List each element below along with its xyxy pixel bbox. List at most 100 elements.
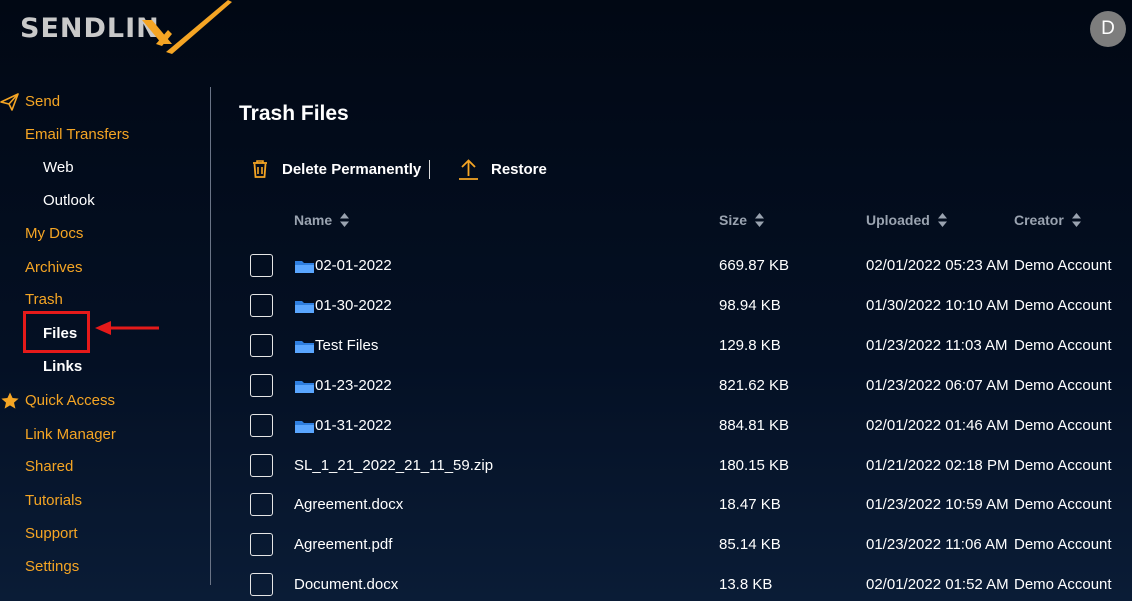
paper-plane-icon (0, 93, 19, 111)
table-row[interactable]: Document.docx 13.8 KB 02/01/2022 01:52 A… (0, 573, 1132, 601)
row-checkbox[interactable] (250, 374, 273, 397)
file-name: Agreement.pdf (294, 536, 393, 553)
column-header-size[interactable]: Size (719, 212, 765, 228)
sidebar-item-send[interactable]: Send (0, 92, 61, 112)
sort-icon (1071, 213, 1081, 227)
creator-name: Demo Account (1014, 297, 1112, 314)
folder-icon (295, 341, 314, 353)
file-name: SL_1_21_2022_21_11_59.zip (294, 457, 494, 474)
sendlinx-logo[interactable]: SENDLIN (20, 0, 240, 60)
upload-date: 02/01/2022 01:46 AM (866, 417, 1009, 434)
sidebar-item-label: Email Transfers (25, 126, 130, 143)
file-name: 01-30-2022 (315, 297, 392, 314)
file-name-cell[interactable]: 01-31-2022 (294, 416, 392, 436)
file-name-cell[interactable]: Test Files (294, 336, 378, 356)
table-row[interactable]: 02-01-2022 669.87 KB 02/01/2022 05:23 AM… (0, 254, 1132, 294)
file-size: 821.62 KB (719, 377, 790, 394)
table-row[interactable]: 01-30-2022 98.94 KB 01/30/2022 10:10 AM … (0, 294, 1132, 334)
creator-name: Demo Account (1014, 496, 1112, 513)
file-name: Agreement.docx (294, 496, 404, 513)
sidebar-item-label: Web (43, 159, 74, 176)
sort-icon (340, 213, 350, 227)
file-name: Document.docx (294, 576, 399, 593)
file-size: 884.81 KB (719, 417, 790, 434)
file-name: 01-31-2022 (315, 417, 392, 434)
file-name-cell[interactable]: 02-01-2022 (294, 256, 392, 276)
sidebar-item-outlook[interactable]: Outlook (43, 191, 95, 211)
folder-icon (295, 301, 314, 313)
file-name-cell[interactable]: Document.docx (294, 575, 398, 595)
file-size: 98.94 KB (719, 297, 781, 314)
upload-date: 01/21/2022 02:18 PM (866, 457, 1010, 474)
row-checkbox[interactable] (250, 294, 273, 317)
column-header-label: Uploaded (866, 212, 930, 228)
row-checkbox[interactable] (250, 533, 273, 556)
file-name-cell[interactable]: Agreement.docx (294, 495, 403, 515)
folder-icon (295, 381, 314, 393)
file-size: 13.8 KB (719, 576, 773, 593)
row-checkbox[interactable] (250, 454, 273, 477)
file-name-cell[interactable]: 01-30-2022 (294, 296, 392, 316)
user-avatar[interactable]: D (1090, 11, 1126, 47)
table-row[interactable]: 01-23-2022 821.62 KB 01/23/2022 06:07 AM… (0, 374, 1132, 414)
row-checkbox[interactable] (250, 414, 273, 437)
file-name-cell[interactable]: 01-23-2022 (294, 376, 392, 396)
creator-name: Demo Account (1014, 257, 1112, 274)
sort-icon (755, 213, 765, 227)
folder-icon (295, 261, 314, 273)
file-size: 180.15 KB (719, 457, 790, 474)
file-size: 18.47 KB (719, 496, 781, 513)
upload-date: 01/23/2022 06:07 AM (866, 377, 1009, 394)
toolbar-separator (429, 160, 430, 179)
table-row[interactable]: Agreement.docx 18.47 KB 01/23/2022 10:59… (0, 493, 1132, 533)
sort-icon (937, 213, 947, 227)
file-name: 02-01-2022 (315, 257, 392, 274)
restore-button[interactable]: Restore (458, 156, 547, 182)
upload-date: 01/23/2022 10:59 AM (866, 496, 1009, 513)
upload-date: 02/01/2022 05:23 AM (866, 257, 1009, 274)
file-name-cell[interactable]: Agreement.pdf (294, 535, 392, 555)
row-checkbox[interactable] (250, 493, 273, 516)
table-row[interactable]: Test Files 129.8 KB 01/23/2022 11:03 AM … (0, 334, 1132, 374)
creator-name: Demo Account (1014, 417, 1112, 434)
sidebar-item-email-transfers[interactable]: Email Transfers (25, 125, 129, 145)
upload-date: 02/01/2022 01:52 AM (866, 576, 1009, 593)
column-header-label: Size (719, 212, 748, 228)
upload-date: 01/23/2022 11:03 AM (866, 337, 1008, 354)
creator-name: Demo Account (1014, 576, 1112, 593)
sidebar-item-label: Outlook (43, 192, 95, 209)
column-header-uploaded[interactable]: Uploaded (866, 212, 947, 228)
file-size: 669.87 KB (719, 257, 790, 274)
upload-arrow-icon (459, 159, 478, 180)
folder-icon (295, 421, 314, 433)
restore-label: Restore (491, 160, 547, 178)
sidebar-item-web[interactable]: Web (43, 158, 74, 178)
sidebar-item-my-docs[interactable]: My Docs (25, 224, 83, 244)
table-row[interactable]: Agreement.pdf 85.14 KB 01/23/2022 11:06 … (0, 533, 1132, 573)
sidebar-item-label: My Docs (25, 225, 84, 242)
table-row[interactable]: SL_1_21_2022_21_11_59.zip 180.15 KB 01/2… (0, 454, 1132, 494)
column-header-name[interactable]: Name (294, 212, 350, 228)
creator-name: Demo Account (1014, 457, 1112, 474)
column-header-label: Name (294, 212, 333, 228)
delete-permanently-label: Delete Permanently (282, 160, 422, 178)
logo-x-mark-icon (142, 0, 232, 54)
upload-date: 01/30/2022 10:10 AM (866, 297, 1009, 314)
avatar-initial: D (1101, 18, 1115, 39)
table-row[interactable]: 01-31-2022 884.81 KB 02/01/2022 01:46 AM… (0, 414, 1132, 454)
file-size: 129.8 KB (719, 337, 781, 354)
file-name-cell[interactable]: SL_1_21_2022_21_11_59.zip (294, 456, 493, 476)
upload-date: 01/23/2022 11:06 AM (866, 536, 1008, 553)
row-checkbox[interactable] (250, 254, 273, 277)
column-header-creator[interactable]: Creator (1014, 212, 1081, 228)
file-name: 01-23-2022 (315, 377, 392, 394)
column-header-label: Creator (1014, 212, 1064, 228)
creator-name: Demo Account (1014, 337, 1112, 354)
row-checkbox[interactable] (250, 334, 273, 357)
delete-permanently-button[interactable]: Delete Permanently (250, 156, 421, 182)
sidebar-item-label: Send (25, 93, 61, 110)
file-size: 85.14 KB (719, 536, 781, 553)
row-checkbox[interactable] (250, 573, 273, 596)
creator-name: Demo Account (1014, 536, 1112, 553)
creator-name: Demo Account (1014, 377, 1112, 394)
